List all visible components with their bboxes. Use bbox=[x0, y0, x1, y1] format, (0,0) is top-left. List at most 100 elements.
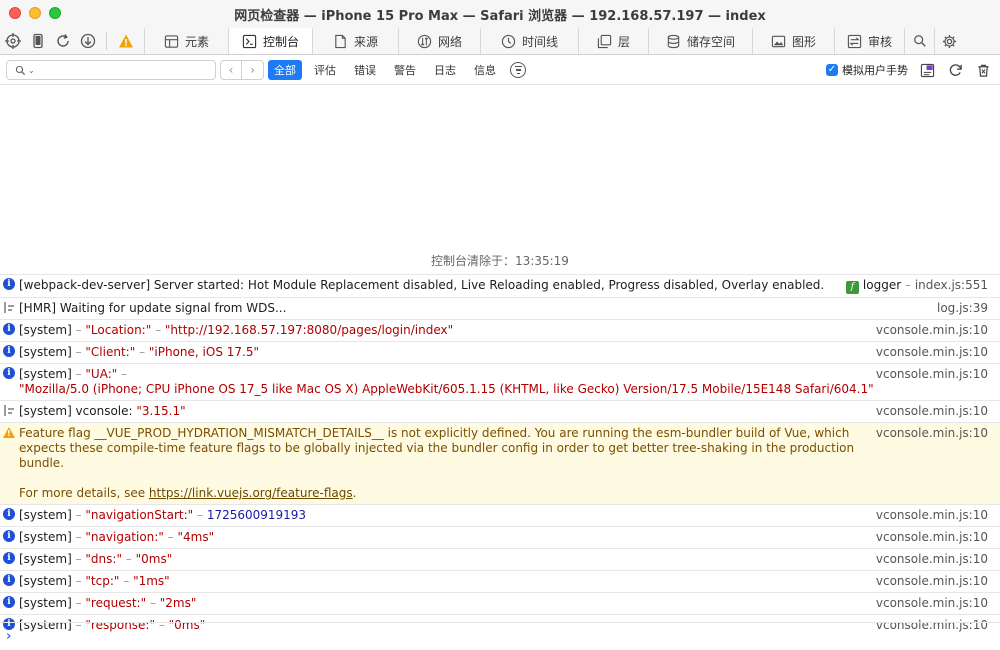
separator: – bbox=[139, 345, 146, 359]
separator: – bbox=[904, 278, 911, 292]
info-icon: i bbox=[3, 323, 15, 335]
reload-button[interactable] bbox=[50, 28, 75, 54]
search-icon bbox=[913, 35, 926, 47]
separator: – bbox=[155, 323, 162, 337]
separator: – bbox=[75, 530, 82, 544]
tab-audit[interactable]: 审核 bbox=[834, 28, 904, 54]
zoom-window-button[interactable] bbox=[49, 7, 61, 19]
filter-warnings[interactable]: 警告 bbox=[388, 60, 422, 80]
log-entry[interactable]: i [system] – "navigationStart:" – 172560… bbox=[0, 504, 1000, 526]
separator: – bbox=[75, 552, 82, 566]
log-key: "request:" bbox=[85, 596, 147, 610]
warnings-button[interactable] bbox=[113, 28, 138, 54]
tab-bar: 元素 控制台 来源 网络 时间线 层 储存空间 图形 审核 bbox=[0, 28, 1000, 55]
console-prompt[interactable]: › bbox=[0, 622, 1000, 650]
log-entry[interactable]: i [system] – "Location:" – "http://192.1… bbox=[0, 319, 1000, 341]
log-entry[interactable]: i [system] – "dns:" – "0ms" vconsole.min… bbox=[0, 548, 1000, 570]
elements-icon bbox=[164, 34, 179, 48]
log-value: 1725600919193 bbox=[206, 508, 307, 522]
log-entry[interactable]: i [system] – "UA:" – "Mozilla/5.0 (iPhon… bbox=[0, 363, 1000, 400]
log-source-location[interactable]: vconsole.min.js:10 bbox=[876, 404, 988, 418]
graphics-icon bbox=[771, 35, 786, 47]
console-search[interactable]: ⌄ bbox=[6, 60, 216, 80]
log-source-location[interactable]: log.js:39 bbox=[937, 301, 988, 315]
log-source-location[interactable]: vconsole.min.js:10 bbox=[876, 345, 988, 359]
filter-info[interactable]: 信息 bbox=[468, 60, 502, 80]
warning-icon: ! bbox=[3, 427, 15, 438]
element-picker-button[interactable] bbox=[0, 28, 25, 54]
settings-tab-button[interactable] bbox=[934, 28, 964, 54]
feature-flags-link[interactable]: https://link.vuejs.org/feature-flags bbox=[149, 486, 353, 500]
layers-icon bbox=[597, 34, 612, 48]
log-value: "Mozilla/5.0 (iPhone; CPU iPhone OS 17_5… bbox=[19, 382, 874, 396]
log-source-location[interactable]: vconsole.min.js:10 bbox=[876, 508, 988, 522]
tab-console[interactable]: 控制台 bbox=[228, 28, 312, 54]
log-source-location[interactable]: vconsole.min.js:10 bbox=[876, 574, 988, 588]
warning-message: Feature flag __VUE_PROD_HYDRATION_MISMAT… bbox=[19, 426, 855, 470]
log-source-location[interactable]: vconsole.min.js:10 bbox=[876, 596, 988, 610]
log-entry[interactable]: i [system] – "navigation:" – "4ms" vcons… bbox=[0, 526, 1000, 548]
traffic-lights bbox=[9, 7, 61, 19]
log-icon bbox=[4, 405, 14, 416]
log-entry[interactable]: [system] vconsole: "3.15.1" vconsole.min… bbox=[0, 400, 1000, 422]
tab-label: 元素 bbox=[184, 34, 209, 49]
log-prefix: [system] bbox=[19, 508, 72, 522]
emulate-gesture-checkbox[interactable]: ✓ 模拟用户手势 bbox=[826, 62, 908, 78]
log-source-location[interactable]: vconsole.min.js:10 bbox=[876, 323, 988, 337]
console-output: 控制台清除于：13:35:19 i [webpack-dev-server] S… bbox=[0, 86, 1000, 650]
network-icon bbox=[417, 34, 432, 48]
tab-elements[interactable]: 元素 bbox=[144, 28, 228, 54]
log-key: "tcp:" bbox=[85, 574, 120, 588]
log-entry[interactable]: [HMR] Waiting for update signal from WDS… bbox=[0, 297, 1000, 319]
log-source-location[interactable]: vconsole.min.js:10 bbox=[876, 552, 988, 566]
search-tab-button[interactable] bbox=[904, 28, 934, 54]
info-icon: i bbox=[3, 596, 15, 608]
minimize-window-button[interactable] bbox=[29, 7, 41, 19]
log-source-location[interactable]: vconsole.min.js:10 bbox=[876, 367, 988, 381]
filter-logs[interactable]: 日志 bbox=[428, 60, 462, 80]
tab-graphics[interactable]: 图形 bbox=[752, 28, 834, 54]
tab-label: 来源 bbox=[353, 34, 378, 49]
tab-timeline[interactable]: 时间线 bbox=[480, 28, 578, 54]
gear-icon bbox=[942, 34, 957, 48]
filter-bar-right: ✓ 模拟用户手势 bbox=[826, 61, 1000, 79]
log-entry[interactable]: i [system] – "tcp:" – "1ms" vconsole.min… bbox=[0, 570, 1000, 592]
tab-sources[interactable]: 来源 bbox=[312, 28, 398, 54]
log-entry[interactable]: i [webpack-dev-server] Server started: H… bbox=[0, 274, 1000, 297]
toolbar-divider bbox=[106, 32, 107, 50]
warning-entry[interactable]: ! Feature flag __VUE_PROD_HYDRATION_MISM… bbox=[0, 422, 1000, 504]
tab-network[interactable]: 网络 bbox=[398, 28, 480, 54]
filter-all[interactable]: 全部 bbox=[268, 60, 302, 80]
tab-layers[interactable]: 层 bbox=[578, 28, 648, 54]
separator: – bbox=[123, 574, 130, 588]
log-key: "Client:" bbox=[85, 345, 136, 359]
separator: – bbox=[75, 323, 82, 337]
log-value: "http://192.168.57.197:8080/pages/login/… bbox=[164, 323, 454, 337]
log-source-location[interactable]: vconsole.min.js:10 bbox=[876, 426, 988, 440]
separator: – bbox=[125, 552, 132, 566]
download-button[interactable] bbox=[75, 28, 100, 54]
function-badge-icon: f bbox=[845, 281, 859, 294]
filter-options-icon[interactable] bbox=[510, 62, 526, 78]
previous-match-button[interactable]: ‹ bbox=[220, 60, 242, 80]
log-value: "0ms" bbox=[135, 552, 173, 566]
clear-console-button[interactable] bbox=[974, 61, 992, 79]
log-source-location[interactable]: index.js:551 bbox=[915, 278, 988, 292]
filter-errors[interactable]: 错误 bbox=[348, 60, 382, 80]
log-source-location[interactable]: vconsole.min.js:10 bbox=[876, 530, 988, 544]
tab-label: 图形 bbox=[791, 34, 816, 49]
tab-storage[interactable]: 储存空间 bbox=[648, 28, 752, 54]
close-window-button[interactable] bbox=[9, 7, 21, 19]
device-button[interactable] bbox=[25, 28, 50, 54]
log-key: "navigationStart:" bbox=[85, 508, 194, 522]
next-match-button[interactable]: › bbox=[242, 60, 264, 80]
javascript-context-button[interactable] bbox=[918, 61, 936, 79]
search-icon bbox=[15, 65, 26, 75]
log-entry[interactable]: i [system] – "request:" – "2ms" vconsole… bbox=[0, 592, 1000, 614]
prompt-chevron-icon: › bbox=[6, 629, 12, 644]
search-input[interactable] bbox=[36, 63, 207, 77]
log-entry[interactable]: i [system] – "Client:" – "iPhone, iOS 17… bbox=[0, 341, 1000, 363]
log-key: "UA:" bbox=[85, 367, 118, 381]
filter-evaluations[interactable]: 评估 bbox=[308, 60, 342, 80]
preserve-log-button[interactable] bbox=[946, 61, 964, 79]
